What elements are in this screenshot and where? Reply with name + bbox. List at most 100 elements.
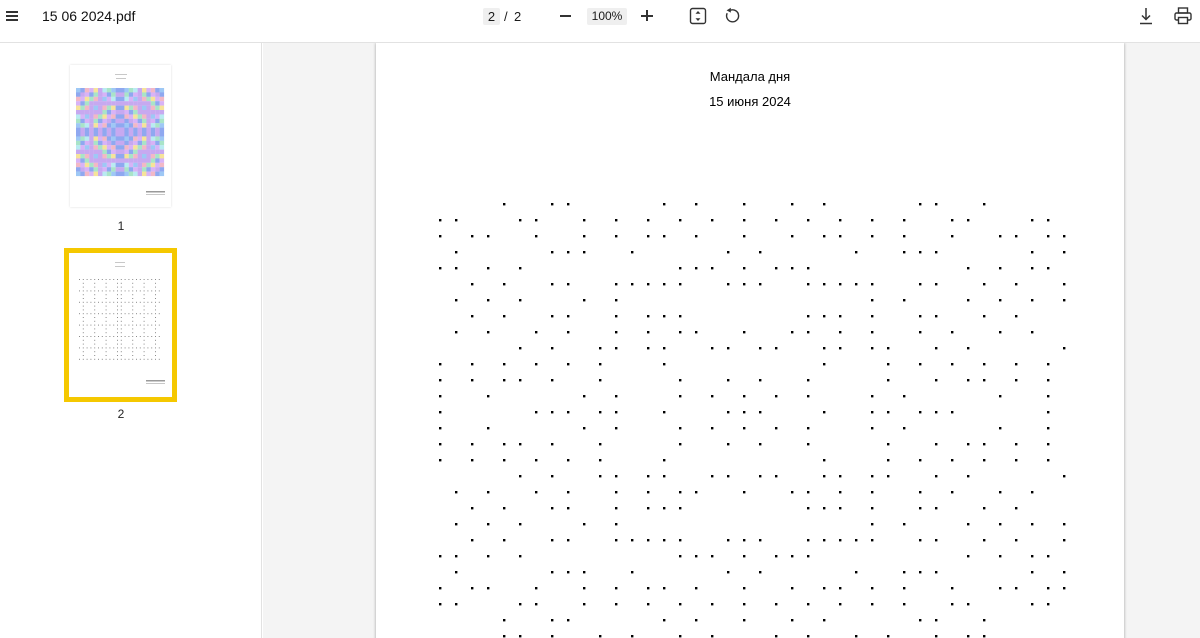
- mosaic-tile: [137, 136, 143, 141]
- mosaic-tile: [93, 123, 99, 128]
- thumb-dot: [158, 290, 160, 292]
- mosaic-tile: [80, 136, 85, 141]
- mosaic-tile: [84, 127, 90, 133]
- thumb-dot: [155, 339, 156, 341]
- mandala-dot: [871, 603, 874, 606]
- mosaic-tile: [150, 145, 156, 150]
- mandala-dot: [647, 331, 650, 334]
- mandala-dot: [1047, 379, 1050, 382]
- mosaic-tile: [76, 118, 81, 124]
- menu-icon[interactable]: [4, 7, 22, 25]
- mandala-dot: [1047, 363, 1050, 366]
- mandala-dot: [663, 539, 666, 542]
- mandala-dot: [471, 459, 474, 462]
- thumb-dot: [136, 279, 137, 280]
- mosaic-tile: [133, 171, 138, 177]
- mosaic-tile: [133, 110, 138, 115]
- mosaic-tile: [111, 114, 116, 119]
- zoom-in-icon[interactable]: [639, 7, 655, 25]
- mandala-dot: [727, 571, 730, 574]
- mandala-dot: [919, 411, 922, 414]
- print-icon[interactable]: [1173, 6, 1193, 26]
- toolbar: 15 06 2024.pdf 2 / 2 100%: [0, 0, 1200, 43]
- mandala-dot: [951, 219, 954, 222]
- mosaic-tile: [150, 171, 156, 177]
- thumb-dot: [120, 286, 122, 288]
- mandala-dot: [871, 523, 874, 526]
- mosaic-tile: [133, 127, 138, 133]
- mandala-dot: [871, 539, 874, 542]
- mosaic-tile: [115, 167, 121, 172]
- fit-page-icon[interactable]: [689, 7, 707, 25]
- mosaic-tile: [102, 158, 107, 163]
- mosaic-tile: [102, 101, 107, 106]
- thumb-dot: [117, 320, 118, 322]
- mosaic-tile: [84, 92, 90, 97]
- mosaic-tile: [89, 154, 94, 159]
- mandala-dot: [743, 619, 746, 622]
- mandala-dot: [791, 491, 794, 494]
- thumb-dot: [82, 279, 84, 280]
- mandala-dot: [519, 523, 522, 526]
- mosaic-tile: [80, 110, 85, 115]
- thumb-dot: [82, 347, 84, 349]
- mosaic-tile: [142, 167, 147, 172]
- thumb-dot: [120, 317, 122, 318]
- mosaic-tile: [120, 110, 125, 115]
- mandala-dot: [1063, 539, 1066, 542]
- mosaic-tile: [76, 88, 81, 93]
- mandala-dot: [823, 475, 826, 478]
- mandala-dot: [663, 507, 666, 510]
- thumb-dot: [98, 290, 99, 292]
- thumb-dot: [155, 309, 156, 311]
- mosaic-tile: [106, 171, 112, 177]
- thumb-dot: [151, 324, 153, 326]
- mandala-dot: [647, 539, 650, 542]
- mosaic-tile: [142, 171, 147, 177]
- thumbnail-page-2[interactable]: [64, 248, 177, 402]
- mosaic-tile: [84, 140, 90, 146]
- mandala-dot: [919, 459, 922, 462]
- page-number-input[interactable]: 2: [483, 8, 500, 25]
- mosaic-tile: [80, 101, 85, 106]
- mosaic-tile: [124, 140, 129, 146]
- mosaic-tile: [137, 123, 143, 128]
- thumb-dot: [90, 358, 92, 360]
- thumb-dot: [105, 313, 107, 315]
- mosaic-tile: [159, 140, 165, 146]
- mandala-dot: [1031, 267, 1034, 270]
- mandala-dot: [807, 331, 810, 334]
- mandala-dot: [919, 203, 922, 206]
- mandala-dot: [487, 555, 490, 558]
- mosaic-tile: [142, 154, 147, 159]
- thumb-dot: [82, 336, 84, 337]
- mandala-dot: [471, 587, 474, 590]
- document-viewer[interactable]: Мандала дня 15 июня 2024: [263, 43, 1200, 638]
- mandala-dot: [791, 203, 794, 206]
- mosaic-tile: [115, 118, 121, 124]
- thumb-dot: [132, 332, 134, 334]
- mosaic-tile: [115, 96, 121, 102]
- zoom-out-icon[interactable]: [558, 7, 574, 25]
- mandala-dot: [1047, 459, 1050, 462]
- mandala-dot: [807, 507, 810, 510]
- download-icon[interactable]: [1137, 6, 1155, 26]
- thumbnail-page-1[interactable]: [70, 65, 171, 207]
- thumb-dot: [86, 279, 88, 280]
- mandala-dot: [775, 603, 778, 606]
- mosaic-tile: [155, 154, 160, 159]
- thumb-dot: [132, 309, 134, 311]
- mosaic-tile: [120, 149, 125, 155]
- mandala-dot: [775, 475, 778, 478]
- mandala-dot: [551, 283, 554, 286]
- mandala-dot: [503, 283, 506, 286]
- mosaic-tile: [128, 145, 134, 150]
- rotate-icon[interactable]: [723, 7, 741, 25]
- mosaic-tile: [111, 88, 116, 93]
- mandala-dot: [679, 603, 682, 606]
- thumb-dot: [82, 339, 84, 341]
- mosaic-tile: [146, 92, 151, 97]
- thumb-dot: [143, 313, 145, 315]
- mandala-dot: [1047, 235, 1050, 238]
- zoom-level[interactable]: 100%: [587, 8, 627, 25]
